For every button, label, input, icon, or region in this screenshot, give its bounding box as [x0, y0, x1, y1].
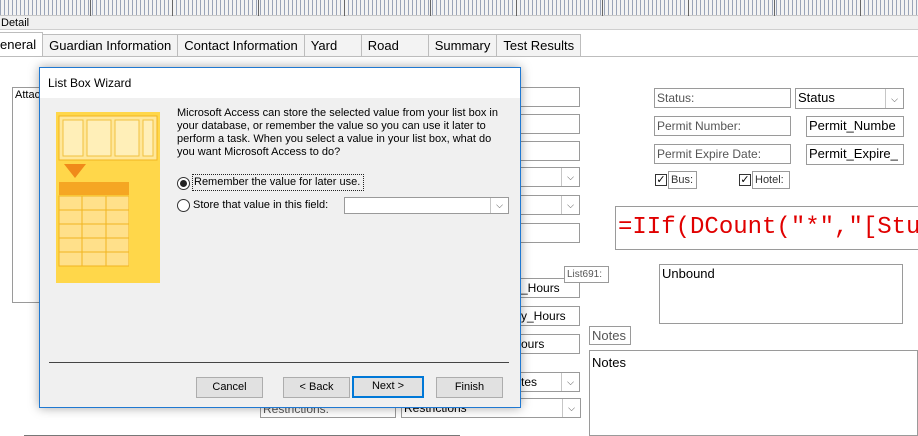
combo-field[interactable]: tes ⌵ [518, 372, 580, 392]
hotel-checkbox[interactable]: ✓ [739, 174, 751, 186]
hours-field-3[interactable]: ours [518, 334, 580, 354]
list-box-illustration-icon [56, 112, 160, 283]
finish-button[interactable]: Finish [436, 377, 503, 398]
text-field[interactable] [518, 114, 580, 134]
horizontal-ruler [0, 0, 918, 16]
text-field[interactable] [518, 87, 580, 107]
ruler-tick [516, 0, 517, 16]
chevron-down-icon[interactable]: ⌵ [885, 89, 903, 108]
cancel-button[interactable]: Cancel [196, 377, 263, 398]
tab-strip: eneral Guardian Information Contact Info… [0, 32, 582, 56]
button-separator [49, 362, 509, 363]
list691-label: List691: [564, 266, 609, 283]
combo-value: tes [521, 375, 538, 389]
remember-value-radio[interactable] [177, 177, 190, 190]
radio-selected-dot [180, 180, 187, 187]
notes-field[interactable]: Notes [589, 350, 918, 436]
permit-number-field[interactable]: Permit_Numbe [806, 116, 904, 137]
tab-guardian-information[interactable]: Guardian Information [42, 34, 179, 56]
permit-number-label: Permit Number: [654, 116, 791, 136]
ruler-tick [430, 0, 431, 16]
chevron-down-icon[interactable]: ⌵ [562, 399, 580, 417]
hours-field-2[interactable]: y_Hours [518, 306, 580, 326]
ruler-tick [172, 0, 173, 16]
unbound-list[interactable]: Unbound [659, 264, 903, 324]
ruler-tick [90, 0, 91, 16]
section-header-detail[interactable]: Detail [0, 16, 918, 30]
bus-label: Bus: [668, 171, 697, 189]
tab-summary[interactable]: Summary [427, 34, 498, 56]
ruler-tick [344, 0, 345, 16]
attachment-list[interactable]: Attac [12, 87, 42, 303]
chevron-down-icon[interactable]: ⌵ [561, 196, 579, 214]
text-field[interactable] [518, 223, 580, 243]
permit-expire-label: Permit Expire Date: [654, 144, 791, 164]
iif-formula-field[interactable]: =IIf(DCount("*","[Studer [615, 206, 918, 250]
status-value: Status [798, 90, 835, 105]
chevron-down-icon[interactable]: ⌵ [561, 373, 579, 391]
tab-road[interactable]: Road [360, 34, 429, 56]
ruler-tick [860, 0, 861, 16]
status-combo[interactable]: Status ⌵ [795, 88, 904, 109]
next-button[interactable]: Next > [352, 376, 424, 398]
tab-divider [0, 56, 918, 57]
chevron-down-icon[interactable]: ⌵ [490, 198, 508, 213]
permit-expire-field[interactable]: Permit_Expire_ [806, 144, 904, 165]
back-button[interactable]: < Back [283, 377, 350, 398]
hotel-label: Hotel: [752, 171, 790, 189]
notes-label: Notes [589, 326, 631, 345]
status-label: Status: [654, 88, 791, 108]
ruler-tick [774, 0, 775, 16]
dialog-title: List Box Wizard [40, 68, 520, 98]
list-box-wizard-dialog: List Box Wizard Microsoft Access can sto… [39, 67, 521, 408]
wizard-message: Microsoft Access can store the selected … [177, 107, 498, 158]
remember-value-label[interactable]: Remember the value for later use. [192, 174, 365, 191]
tab-yard[interactable]: Yard [303, 34, 362, 56]
ruler-tick [258, 0, 259, 16]
store-field-combo[interactable]: ⌵ [344, 197, 509, 214]
ruler-tick [688, 0, 689, 16]
combo-field[interactable]: ⌵ [518, 195, 580, 215]
tab-general[interactable]: eneral [0, 32, 44, 56]
tab-test-results[interactable]: Test Results [496, 34, 582, 56]
store-value-label[interactable]: Store that value in this field: [193, 198, 328, 212]
chevron-down-icon[interactable]: ⌵ [561, 168, 579, 186]
tab-contact-information[interactable]: Contact Information [177, 34, 305, 56]
text-field[interactable] [518, 141, 580, 161]
combo-field[interactable]: ⌵ [518, 167, 580, 187]
ruler-tick [602, 0, 603, 16]
bus-checkbox[interactable]: ✓ [655, 174, 667, 186]
store-value-radio[interactable] [177, 199, 190, 212]
wizard-illustration [56, 112, 160, 283]
